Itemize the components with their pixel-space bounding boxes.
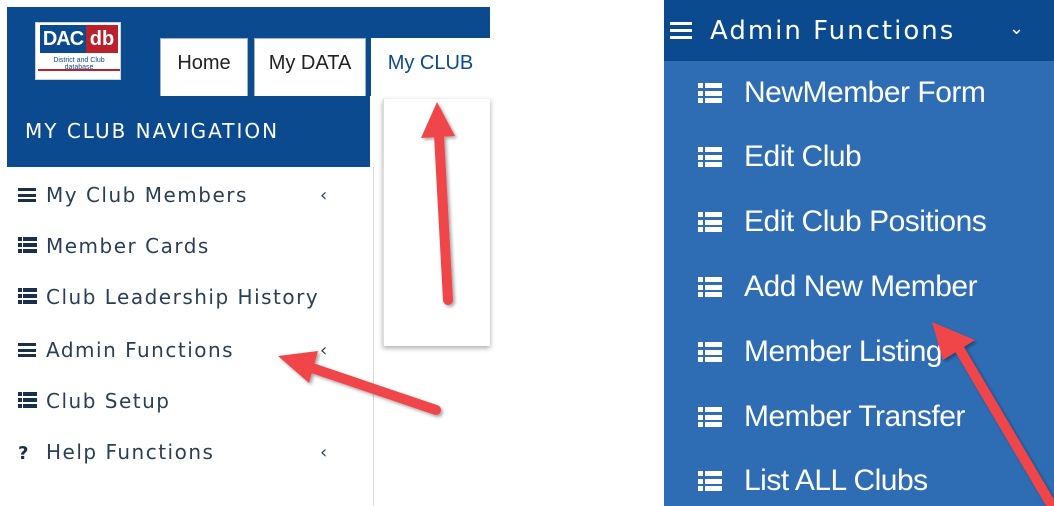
submenu-item-edit-club-positions[interactable]: Edit Club Positions <box>698 196 1038 248</box>
submenu-header-admin-functions[interactable]: Admin Functions ⌄ <box>664 0 1054 61</box>
list-icon <box>698 83 722 103</box>
question-icon: ? <box>18 443 30 464</box>
submenu-item-label: Member Transfer <box>744 400 965 433</box>
sidebar-item-help-functions[interactable]: ? Help Functions ‹ <box>18 432 370 472</box>
list-icon <box>698 147 722 167</box>
submenu-item-label: List ALL Clubs <box>744 464 928 497</box>
sidebar-divider <box>373 167 374 506</box>
submenu-item-add-new-member[interactable]: Add New Member <box>698 261 1038 313</box>
sidebar-item-member-cards[interactable]: Member Cards <box>18 226 370 266</box>
nav-title: MY CLUB NAVIGATION <box>7 96 370 167</box>
submenu-item-member-listing[interactable]: Member Listing <box>698 326 1038 378</box>
list-icon <box>18 288 37 304</box>
bars-icon <box>18 343 36 357</box>
submenu-header-label: Admin Functions <box>710 15 956 46</box>
tab-my-club[interactable]: My CLUB <box>371 38 490 98</box>
submenu-item-edit-club[interactable]: Edit Club <box>698 131 1038 183</box>
tab-my-data[interactable]: My DATA <box>254 38 366 96</box>
submenu-item-newmember-form[interactable]: NewMember Form <box>698 67 1038 119</box>
submenu-item-label: Member Listing <box>744 335 943 368</box>
logo-text-main: DAC <box>40 25 86 53</box>
sidebar-item-label: My Club Members <box>46 183 248 207</box>
admin-functions-submenu: Admin Functions ⌄ NewMember Form Edit Cl… <box>664 0 1054 506</box>
left-screenshot: DAC db District and Club database Home M… <box>0 0 490 506</box>
content-card <box>383 99 490 346</box>
sidebar-item-label: Member Cards <box>46 234 210 258</box>
submenu-item-label: Edit Club Positions <box>744 205 987 238</box>
submenu-item-label: Add New Member <box>744 270 978 303</box>
list-icon <box>698 407 722 427</box>
logo-text-accent: db <box>86 25 118 53</box>
list-icon <box>698 471 722 491</box>
list-icon <box>18 237 37 253</box>
sidebar-item-club-leadership-history[interactable]: Club Leadership History <box>18 277 370 317</box>
sidebar-item-my-club-members[interactable]: My Club Members ‹ <box>18 175 370 215</box>
list-icon <box>698 342 722 362</box>
sidebar-item-label: Club Setup <box>46 389 171 413</box>
submenu-item-member-transfer[interactable]: Member Transfer <box>698 391 1038 443</box>
bars-icon <box>18 188 36 202</box>
submenu-item-label: Edit Club <box>744 140 862 173</box>
sidebar-item-label: Club Leadership History <box>46 285 320 309</box>
dacdb-logo[interactable]: DAC db District and Club database <box>35 22 121 80</box>
sidebar-item-club-setup[interactable]: Club Setup <box>18 381 370 421</box>
tab-home[interactable]: Home <box>160 38 248 96</box>
sidebar-item-label: Help Functions <box>46 440 215 464</box>
submenu-item-label: NewMember Form <box>744 76 986 109</box>
chevron-down-icon[interactable]: ⌄ <box>1009 18 1026 39</box>
sidebar-item-label: Admin Functions <box>46 338 235 362</box>
sidebar-item-admin-functions[interactable]: Admin Functions ‹ <box>18 330 370 370</box>
list-icon <box>698 212 722 232</box>
chevron-left-icon[interactable]: ‹ <box>320 340 329 361</box>
chevron-left-icon[interactable]: ‹ <box>320 185 329 206</box>
logo-subtitle: District and Club database <box>53 57 105 71</box>
submenu-item-list-all-clubs[interactable]: List ALL Clubs <box>698 455 1038 506</box>
chevron-left-icon[interactable]: ‹ <box>320 442 329 463</box>
bars-icon <box>670 21 694 40</box>
list-icon <box>18 392 37 408</box>
list-icon <box>698 277 722 297</box>
